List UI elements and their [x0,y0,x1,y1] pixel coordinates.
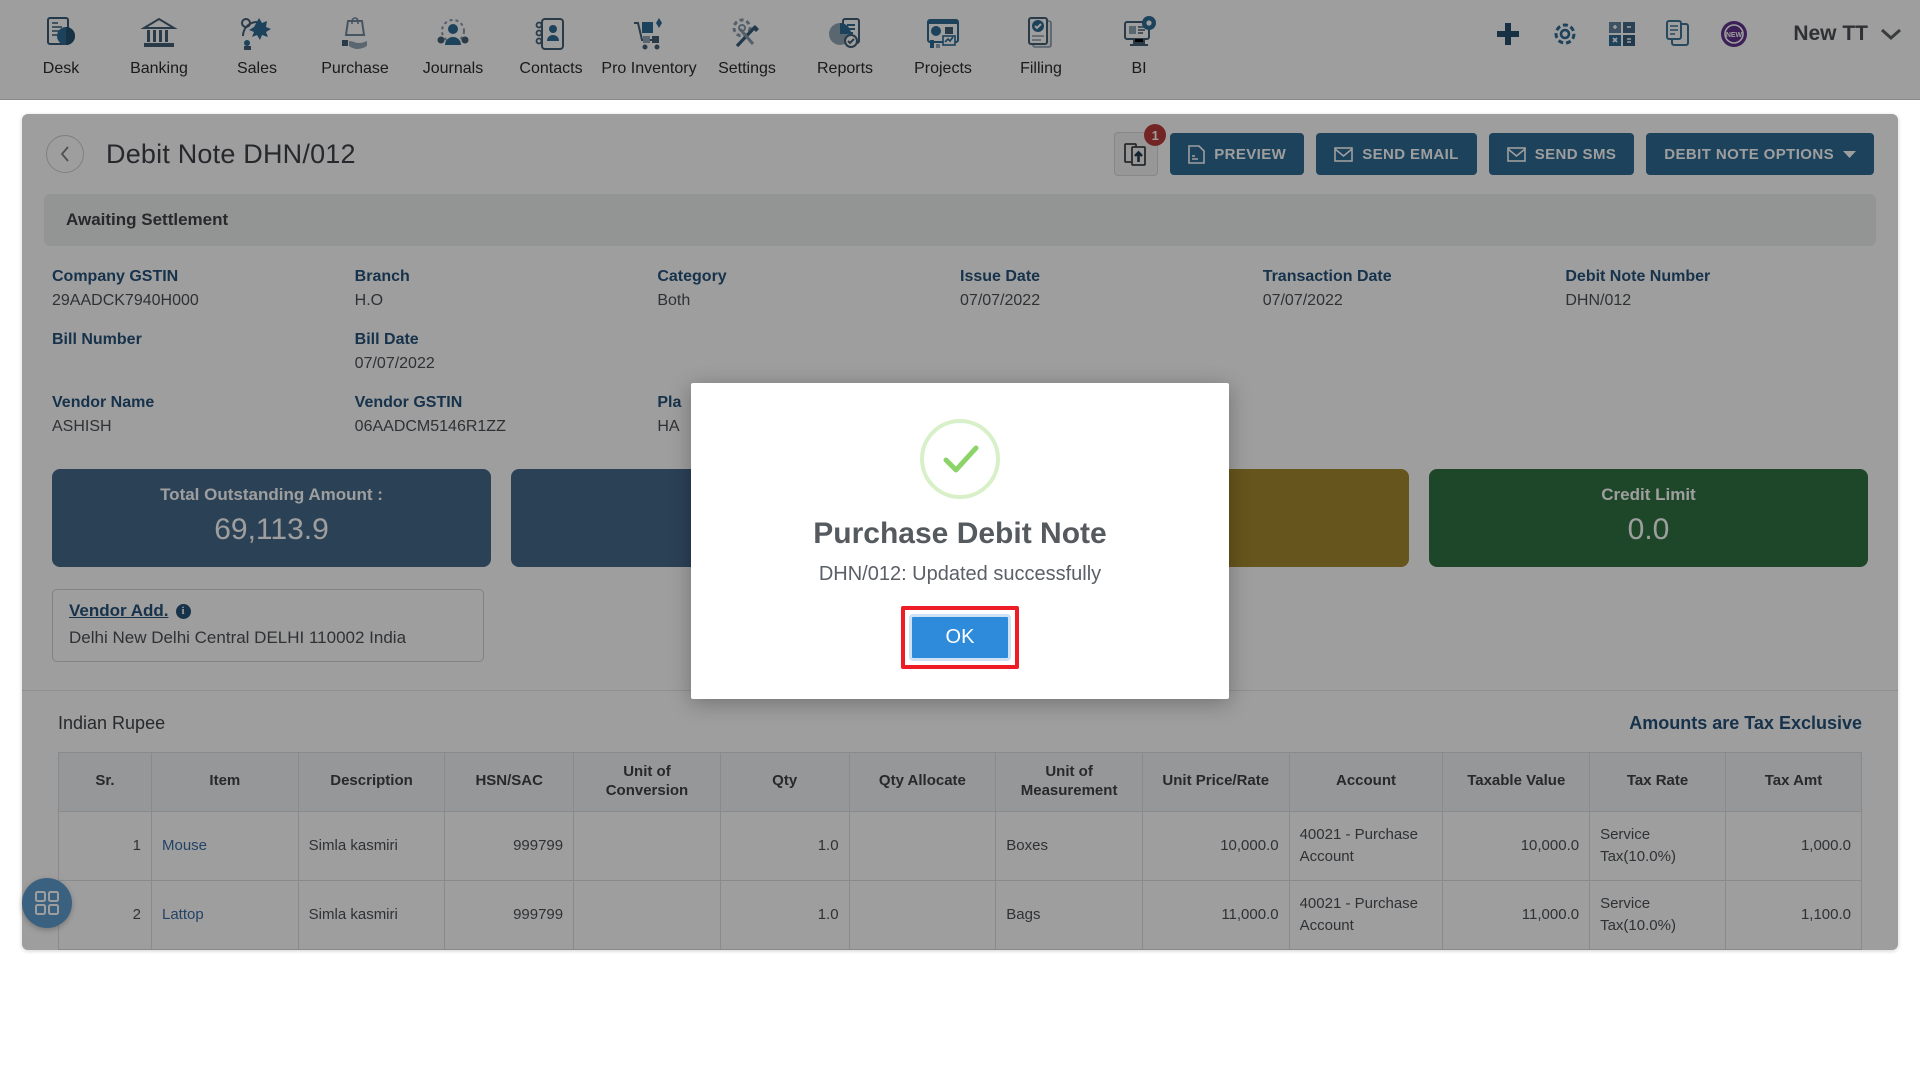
success-check-icon [920,419,1000,499]
success-modal: Purchase Debit Note DHN/012: Updated suc… [691,383,1229,699]
modal-message: DHN/012: Updated successfully [818,563,1102,585]
modal-backdrop: Purchase Debit Note DHN/012: Updated suc… [0,0,1920,1080]
app-root: Desk Banking Sales Purchase Journals Con… [0,0,1920,1080]
ok-button[interactable]: OK [908,614,1012,661]
ok-button-highlight: OK [900,606,1020,669]
modal-title: Purchase Debit Note [813,517,1107,550]
